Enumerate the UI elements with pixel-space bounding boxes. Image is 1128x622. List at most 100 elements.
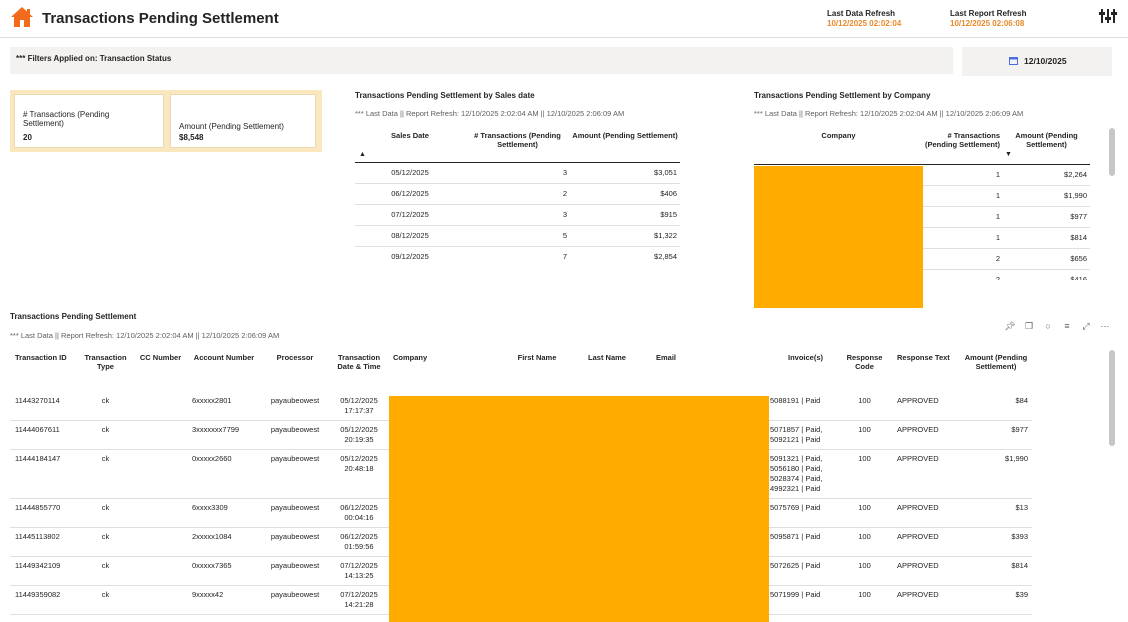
last-report-refresh-value: 10/12/2025 02:06:08 (950, 19, 1025, 28)
cell-transaction-type: ck (78, 498, 133, 528)
copy-icon[interactable]: ❐ (1023, 320, 1035, 332)
cell-amount: $416 (1070, 275, 1087, 280)
cell-count: 5 (465, 225, 570, 247)
date-slicer[interactable]: 12/10/2025 (962, 47, 1112, 76)
table-row[interactable]: 08/12/2025 5 $1,322 (355, 225, 680, 247)
sort-descending-icon: ▼ (1005, 151, 1012, 158)
cell-account-number: 6xxxxx2801 (188, 392, 260, 421)
column-header[interactable]: Amount (Pending Settlement) (570, 128, 680, 163)
cell-response-text: APPROVED (892, 527, 960, 557)
cell-count: 2 (923, 248, 1003, 270)
cell-sales-date: 08/12/2025 (355, 225, 465, 247)
cell-response-text: APPROVED (892, 585, 960, 615)
cell-invoices: 5071857 | Paid, 5092121 | Paid (770, 420, 837, 450)
table-header-row: Sales Date ▲ # Transactions (Pending Set… (355, 128, 680, 163)
kpi-card-transactions: # Transactions (Pending Settlement) 20 (14, 94, 164, 148)
redacted-customer-details (389, 396, 769, 622)
kpi-label: Amount (Pending Settlement) (179, 122, 284, 131)
cell-count: 7 (562, 252, 567, 262)
cell-sales-date: 06/12/2025 (355, 183, 465, 205)
cell-response-code: 100 (837, 449, 892, 499)
cell-sales-date: 09/12/2025 (391, 252, 429, 262)
kpi-value: 20 (23, 133, 32, 142)
cell-amount: $39 (960, 585, 1032, 615)
cell-processor: payaubeowest (260, 498, 330, 528)
cell-cc-number (133, 556, 188, 586)
cell-processor: payaubeowest (260, 449, 330, 499)
cell-count: 2 (995, 275, 1000, 280)
table-row[interactable]: 07/12/2025 3 $915 (355, 204, 680, 226)
cell-account-number: 2xxxxx1084 (188, 527, 260, 557)
kpi-card-amount: Amount (Pending Settlement) $8,548 (170, 94, 316, 148)
table-row[interactable]: 09/12/2025 7 $2,854 (355, 246, 680, 267)
bell-icon[interactable]: ○ (1042, 320, 1054, 332)
cell-transaction-id: 11444067611 (10, 420, 78, 450)
cell-processor: payaubeowest (260, 556, 330, 586)
cell-processor: payaubeowest (260, 527, 330, 557)
sales-date-table: Sales Date ▲ # Transactions (Pending Set… (355, 128, 680, 267)
cell-transaction-id: 11449359082 (10, 585, 78, 615)
report-header: Transactions Pending Settlement Last Dat… (0, 0, 1128, 38)
column-header[interactable]: Transaction Type (78, 348, 133, 392)
column-header[interactable]: Last Name (572, 348, 642, 392)
cell-transaction-datetime: 05/12/2025 20:48:18 (330, 449, 388, 499)
home-icon[interactable] (10, 6, 34, 28)
filters-applied-bar: *** Filters Applied on: Transaction Stat… (10, 47, 953, 74)
column-header[interactable]: Processor (260, 348, 330, 392)
cell-amount: $13 (960, 498, 1032, 528)
column-header[interactable]: First Name (502, 348, 572, 392)
cell-sales-date: 07/12/2025 (355, 204, 465, 226)
column-header[interactable]: Amount (Pending Settlement) (960, 348, 1032, 392)
last-data-refresh-value: 10/12/2025 02:02:04 (827, 19, 902, 28)
pin-icon[interactable]: 📌︎ (1004, 320, 1016, 332)
column-header[interactable]: # Transactions (Pending Settlement) (465, 128, 570, 163)
company-table-subtitle: *** Last Data || Report Refresh: 12/10/2… (754, 109, 1024, 118)
focus-mode-icon[interactable]: ⤢ (1080, 320, 1092, 332)
cell-amount: $656 (1003, 248, 1090, 270)
company-table-scrollbar[interactable] (1109, 128, 1115, 176)
sales-table-title: Transactions Pending Settlement by Sales… (355, 91, 535, 100)
column-header[interactable]: Company (388, 348, 502, 392)
column-header[interactable]: # Transactions (Pending Settlement) (923, 128, 1003, 165)
column-header[interactable]: Transaction Date & Time (330, 348, 388, 392)
column-header[interactable]: Email (642, 348, 770, 392)
cell-transaction-id: 11444855770 (10, 498, 78, 528)
column-header[interactable]: Invoice(s) (770, 348, 837, 392)
main-table-scrollbar[interactable] (1109, 350, 1115, 446)
cell-account-number: 6xxxx3309 (188, 498, 260, 528)
column-header[interactable]: Transaction ID (10, 348, 78, 392)
cell-sales-date: 05/12/2025 (355, 162, 465, 184)
table-row[interactable]: 06/12/2025 2 $406 (355, 183, 680, 205)
more-options-icon[interactable]: ⋯ (1099, 320, 1111, 332)
cell-response-code: 100 (837, 498, 892, 528)
table-row[interactable]: 05/12/2025 3 $3,051 (355, 162, 680, 184)
cell-transaction-type: ck (78, 527, 133, 557)
cell-cc-number (133, 527, 188, 557)
column-header[interactable]: Response Code (837, 348, 892, 392)
cell-amount: $393 (960, 527, 1032, 557)
cell-response-text: APPROVED (892, 556, 960, 586)
cell-invoices: 5091321 | Paid, 5056180 | Paid, 5028374 … (770, 449, 837, 499)
cell-processor: payaubeowest (260, 392, 330, 421)
filter-icon[interactable]: ≡ (1061, 320, 1073, 332)
sliders-icon[interactable] (1099, 8, 1117, 24)
cell-amount: $3,051 (570, 162, 680, 184)
cell-amount: $1,990 (1003, 185, 1090, 207)
column-header[interactable]: Account Number (188, 348, 260, 392)
last-report-refresh: Last Report Refresh 10/12/2025 02:06:08 (950, 9, 1026, 29)
column-header[interactable]: CC Number (133, 348, 188, 392)
cell-transaction-id: 11445113802 (10, 527, 78, 557)
cell-transaction-datetime: 06/12/2025 01:59:56 (330, 527, 388, 557)
cell-amount: $84 (960, 392, 1032, 421)
kpi-label: # Transactions (Pending Settlement) (23, 110, 110, 128)
column-header[interactable]: Response Text (892, 348, 960, 392)
column-header[interactable]: Amount (Pending Settlement) ▼ (1003, 128, 1090, 165)
cell-amount: $2,264 (1003, 164, 1090, 186)
cell-amount: $814 (1003, 227, 1090, 249)
cell-response-text: APPROVED (892, 420, 960, 450)
column-header[interactable]: Company (754, 128, 923, 165)
cell-processor: payaubeowest (260, 585, 330, 615)
kpi-group: # Transactions (Pending Settlement) 20 A… (10, 90, 322, 152)
column-header[interactable]: Sales Date ▲ (355, 128, 465, 163)
cell-transaction-datetime: 05/12/2025 17:17:37 (330, 392, 388, 421)
